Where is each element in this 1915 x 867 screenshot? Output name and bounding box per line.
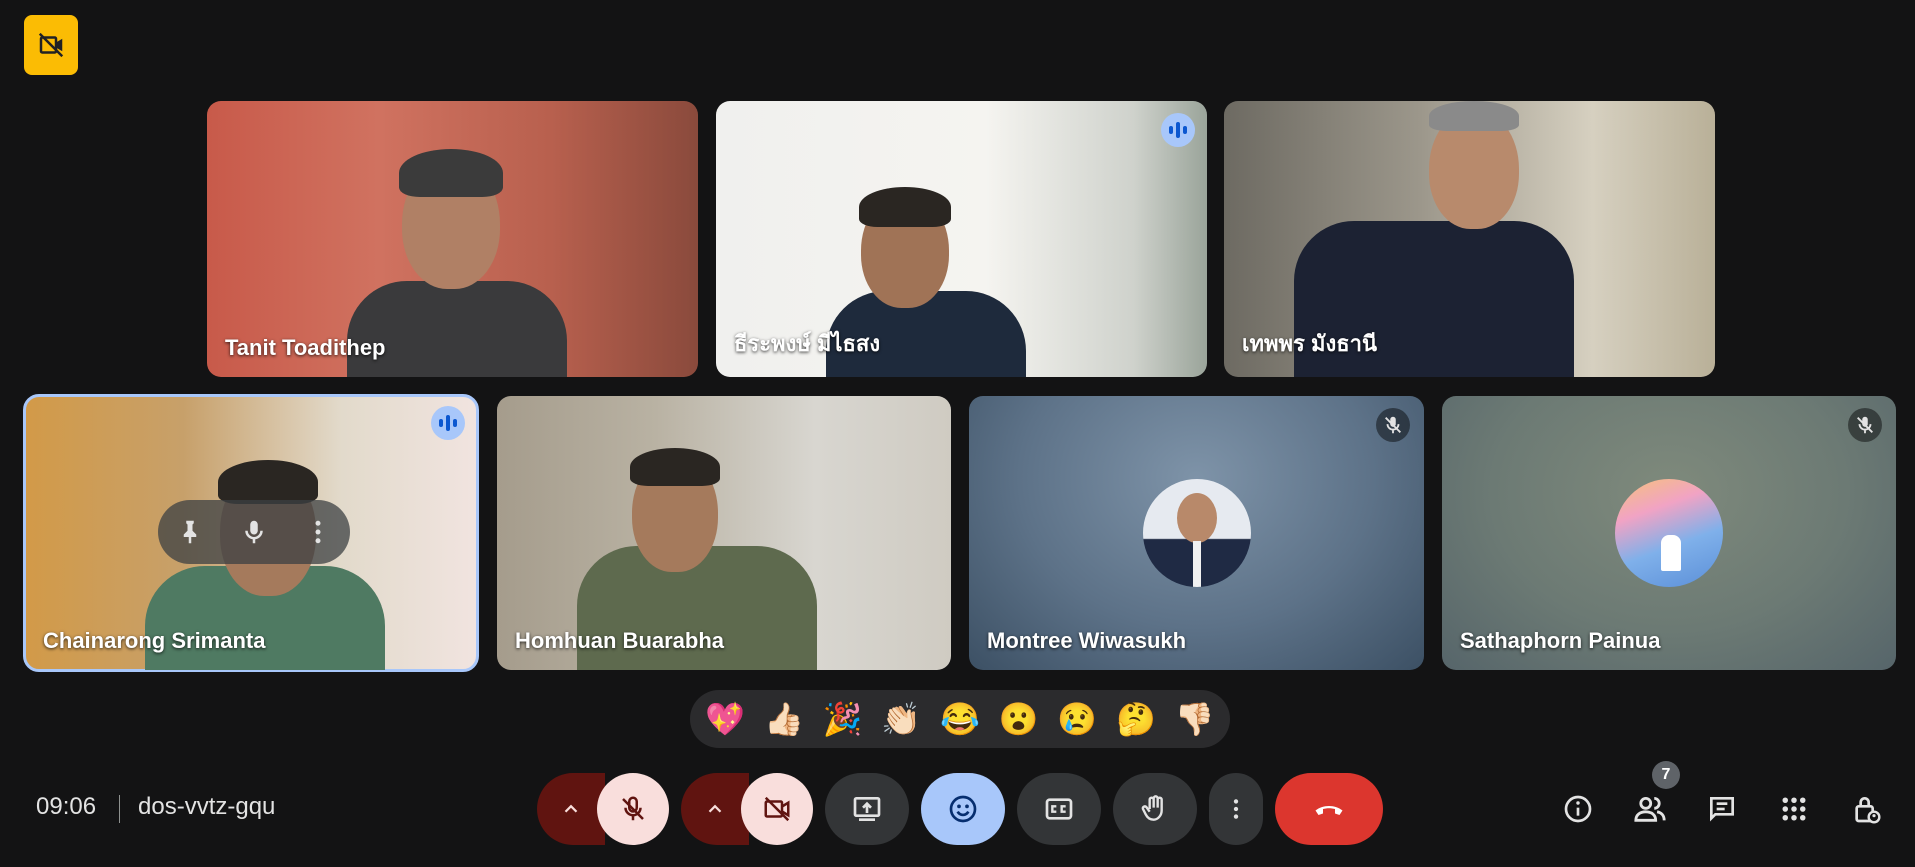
- raise-hand-button[interactable]: [1113, 773, 1197, 845]
- mic-off-icon: [1857, 416, 1873, 434]
- reactions-button[interactable]: [921, 773, 1005, 845]
- muted-indicator: [1376, 408, 1410, 442]
- video-options-button[interactable]: [681, 773, 749, 845]
- avatar: [1142, 479, 1251, 587]
- mic-off-icon: [1385, 416, 1401, 434]
- captions-button[interactable]: [1017, 773, 1101, 845]
- chat-icon: [1710, 797, 1734, 822]
- reaction-surprised[interactable]: 😮: [996, 700, 1042, 738]
- muted-indicator: [1848, 408, 1882, 442]
- participant-tile[interactable]: Montree Wiwasukh: [969, 396, 1424, 670]
- participant-video: [347, 281, 567, 377]
- host-controls-button[interactable]: [1842, 785, 1890, 833]
- meeting-details-button[interactable]: [1554, 785, 1602, 833]
- people-count-badge: 7: [1652, 761, 1680, 789]
- host-controls-icon: [1855, 797, 1881, 824]
- emoji-icon: [949, 795, 977, 823]
- meeting-time: 09:06: [36, 793, 97, 820]
- speaking-indicator: [1161, 113, 1195, 147]
- speaking-indicator: [431, 406, 465, 440]
- reaction-thumbs-down[interactable]: 👎🏻: [1172, 700, 1218, 738]
- captions-icon: [1045, 798, 1073, 820]
- meeting-code: dos-vvtz-gqu: [138, 793, 276, 820]
- reaction-sparkling-heart[interactable]: 💖: [702, 700, 748, 738]
- people-button[interactable]: [1626, 785, 1674, 833]
- present-icon: [853, 797, 881, 821]
- leave-call-button[interactable]: [1275, 773, 1383, 845]
- participant-hair: [630, 448, 720, 486]
- reaction-thumbs-up[interactable]: 👍🏻: [761, 700, 807, 738]
- people-icon: [1634, 796, 1666, 822]
- recording-disabled-badge[interactable]: [24, 15, 78, 75]
- activities-icon: [1782, 797, 1806, 821]
- end-call-icon: [1315, 806, 1343, 815]
- tile-hover-controls: [158, 500, 350, 564]
- participant-hair: [1429, 101, 1519, 131]
- raise-hand-icon: [1141, 795, 1163, 821]
- info-icon: [1564, 795, 1592, 823]
- more-vert-icon[interactable]: [303, 517, 333, 547]
- participant-hair: [859, 187, 951, 227]
- participant-tile-active[interactable]: Chainarong Srimanta: [23, 394, 479, 672]
- participant-tile[interactable]: Sathaphorn Painua: [1442, 396, 1896, 670]
- participant-name: ธีระพงษ์ มีไธสง: [734, 331, 881, 356]
- chat-button[interactable]: [1698, 785, 1746, 833]
- participant-name: Tanit Toadithep: [225, 335, 386, 360]
- activities-button[interactable]: [1770, 785, 1818, 833]
- participant-tile[interactable]: Tanit Toadithep: [207, 101, 698, 377]
- mic-off-icon: [622, 796, 644, 821]
- participant-name: เทพพร มังธานี: [1242, 331, 1378, 356]
- participant-hair: [399, 149, 503, 197]
- participant-tile[interactable]: เทพพร มังธานี: [1224, 101, 1715, 377]
- audio-options-button[interactable]: [537, 773, 605, 845]
- participant-tile[interactable]: ธีระพงษ์ มีไธสง: [716, 101, 1207, 377]
- reaction-thinking[interactable]: 🤔: [1113, 700, 1159, 738]
- more-options-icon: [1233, 799, 1239, 819]
- participant-name: Chainarong Srimanta: [43, 628, 266, 653]
- participant-tile[interactable]: Homhuan Buarabha: [497, 396, 951, 670]
- reaction-joy[interactable]: 😂: [937, 700, 983, 738]
- camera-toggle-button[interactable]: [741, 773, 813, 845]
- reaction-clapping[interactable]: 👏🏻: [878, 700, 924, 738]
- pin-icon[interactable]: [175, 517, 205, 547]
- reactions-bar: 💖 👍🏻 🎉 👏🏻 😂 😮 😢 🤔 👎🏻: [690, 690, 1230, 748]
- chevron-up-icon: [564, 804, 578, 813]
- camera-off-icon: [764, 796, 790, 822]
- mic-icon[interactable]: [239, 517, 269, 547]
- reaction-party-popper[interactable]: 🎉: [820, 700, 866, 738]
- divider: [119, 795, 120, 823]
- participant-name: Homhuan Buarabha: [515, 628, 725, 653]
- participant-name: Sathaphorn Painua: [1460, 628, 1661, 653]
- more-options-button[interactable]: [1209, 773, 1263, 845]
- mic-toggle-button[interactable]: [597, 773, 669, 845]
- avatar: [1615, 479, 1723, 587]
- present-button[interactable]: [825, 773, 909, 845]
- reaction-crying[interactable]: 😢: [1054, 700, 1100, 738]
- participant-hair: [218, 460, 318, 504]
- participant-name: Montree Wiwasukh: [987, 628, 1187, 653]
- chevron-up-icon: [708, 804, 722, 813]
- no-recording-icon: [38, 32, 64, 58]
